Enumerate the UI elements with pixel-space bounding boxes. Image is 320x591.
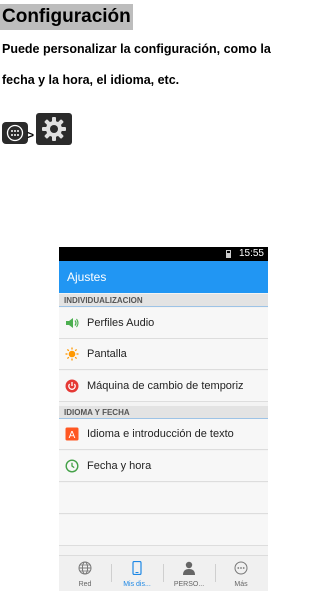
instruction-text-line-2: fecha y la hora, el idioma, etc. xyxy=(2,73,180,87)
settings-item-label: Fecha y hora xyxy=(87,460,152,472)
settings-item-label: Pantalla xyxy=(87,348,127,360)
empty-list-row xyxy=(59,483,268,514)
settings-item-pantalla[interactable]: Pantalla xyxy=(59,339,268,370)
power-icon xyxy=(65,379,79,393)
language-icon: A xyxy=(65,427,79,441)
tab-label: PERSO... xyxy=(173,581,205,588)
svg-text:A: A xyxy=(69,430,76,441)
section-label: INDIVIDUALIZACION xyxy=(64,296,143,305)
clock-icon xyxy=(65,459,79,473)
phone-screenshot: 15:55 Ajustes INDIVIDUALIZACION Perfiles… xyxy=(59,247,268,591)
settings-item-idioma[interactable]: A Idioma e introducción de texto xyxy=(59,419,268,450)
arrow-separator: > xyxy=(27,128,35,142)
speaker-icon xyxy=(65,316,79,330)
apps-icon xyxy=(2,122,28,144)
instruction-text-line-1: Puede personalizar la configuración, com… xyxy=(2,42,271,56)
app-bar: Ajustes xyxy=(59,261,268,293)
status-time: 15:55 xyxy=(238,248,264,259)
section-label: IDIOMA Y FECHA xyxy=(64,408,130,417)
tab-mis-dispositivos[interactable]: Mis dis... xyxy=(111,556,163,591)
settings-item-label: Máquina de cambio de temporiz xyxy=(87,380,244,392)
app-title: Ajustes xyxy=(67,270,107,284)
bottom-navigation: Red Mis dis... PERSO... Más xyxy=(59,555,268,591)
settings-item-perfiles-audio[interactable]: Perfiles Audio xyxy=(59,308,268,339)
settings-item-fecha-hora[interactable]: Fecha y hora xyxy=(59,451,268,482)
page-title: Configuración xyxy=(0,4,133,30)
settings-item-maquina-temporizador[interactable]: Máquina de cambio de temporiz xyxy=(59,371,268,402)
section-header-individualizacion: INDIVIDUALIZACION xyxy=(59,294,268,307)
tab-red[interactable]: Red xyxy=(59,556,111,591)
settings-item-label: Perfiles Audio xyxy=(87,317,155,329)
navigation-hint: > xyxy=(2,113,74,145)
settings-item-label: Idioma e introducción de texto xyxy=(87,428,234,440)
globe-icon xyxy=(78,561,92,575)
phone-device-icon xyxy=(132,561,142,575)
section-header-idioma-fecha: IDIOMA Y FECHA xyxy=(59,406,268,419)
battery-icon xyxy=(226,250,231,258)
more-icon xyxy=(234,561,248,575)
brightness-icon xyxy=(65,347,79,361)
tab-label: Mis dis... xyxy=(123,581,151,588)
person-icon xyxy=(183,561,195,575)
tab-mas[interactable]: Más xyxy=(215,556,267,591)
tab-label: Red xyxy=(78,581,92,588)
tab-label: Más xyxy=(234,581,248,588)
settings-gear-icon xyxy=(36,113,72,145)
tab-personal[interactable]: PERSO... xyxy=(163,556,215,591)
status-bar: 15:55 xyxy=(59,247,268,261)
empty-list-row xyxy=(59,515,268,546)
